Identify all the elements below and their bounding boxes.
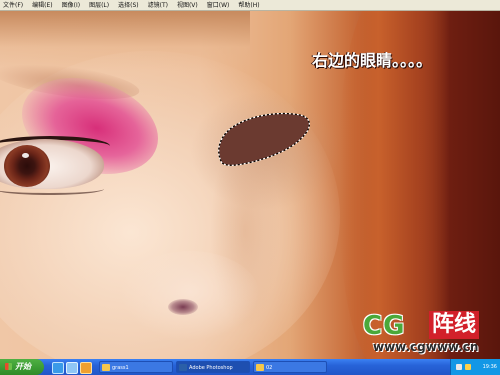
document-canvas[interactable]: 右边的眼睛。。。。 CG 阵线 www.cgwww.cn (0, 11, 500, 359)
task-photoshop[interactable]: Adobe Photoshop (176, 361, 250, 373)
menu-bar: 文件(F) 编辑(E) 图像(I) 图层(L) 选择(S) 滤镜(T) 视图(V… (0, 0, 500, 11)
windows-flag-icon (5, 363, 12, 370)
watermark-logo: CG 阵线 www.cgwww.cn (363, 309, 497, 357)
menu-view[interactable]: 视图(V) (177, 0, 198, 11)
task-label: grass1 (112, 365, 129, 371)
media-icon[interactable] (80, 362, 92, 374)
nostril (168, 299, 198, 315)
menu-file[interactable]: 文件(F) (3, 0, 23, 11)
menu-layer[interactable]: 图层(L) (89, 0, 109, 11)
folder-icon (256, 364, 264, 371)
logo-name: 阵线 (429, 311, 480, 339)
folder-icon (102, 364, 110, 371)
menu-filter[interactable]: 滤镜(T) (148, 0, 168, 11)
photoshop-icon (179, 364, 187, 371)
left-eye (0, 139, 104, 189)
task-label: Adobe Photoshop (189, 365, 233, 371)
desktop-icon[interactable] (66, 362, 78, 374)
tutorial-caption: 右边的眼睛。。。。 (312, 51, 433, 70)
logo-cg: CG (363, 311, 406, 341)
tray-volume-icon[interactable] (465, 364, 471, 370)
system-tray: 19:36 (450, 359, 500, 375)
logo-url: www.cgwww.cn (373, 340, 479, 354)
start-label: 开始 (15, 362, 31, 371)
task-label: 02 (266, 365, 273, 371)
left-iris (4, 145, 50, 187)
ie-icon[interactable] (52, 362, 64, 374)
clock: 19:36 (482, 364, 497, 370)
lasso-selection[interactable] (214, 109, 314, 171)
task-02[interactable]: 02 (253, 361, 327, 373)
eye-catchlight (22, 153, 29, 158)
menu-edit[interactable]: 编辑(E) (32, 0, 52, 11)
menu-image[interactable]: 图像(I) (62, 0, 80, 11)
taskbar: 开始 grass1 Adobe Photoshop 02 19:36 (0, 359, 500, 375)
nose-tip (120, 251, 260, 341)
tray-network-icon[interactable] (456, 364, 462, 370)
task-grass1[interactable]: grass1 (99, 361, 173, 373)
menu-select[interactable]: 选择(S) (118, 0, 139, 11)
menu-help[interactable]: 帮助(H) (238, 0, 259, 11)
menu-window[interactable]: 窗口(W) (207, 0, 230, 11)
start-button[interactable]: 开始 (0, 359, 44, 375)
